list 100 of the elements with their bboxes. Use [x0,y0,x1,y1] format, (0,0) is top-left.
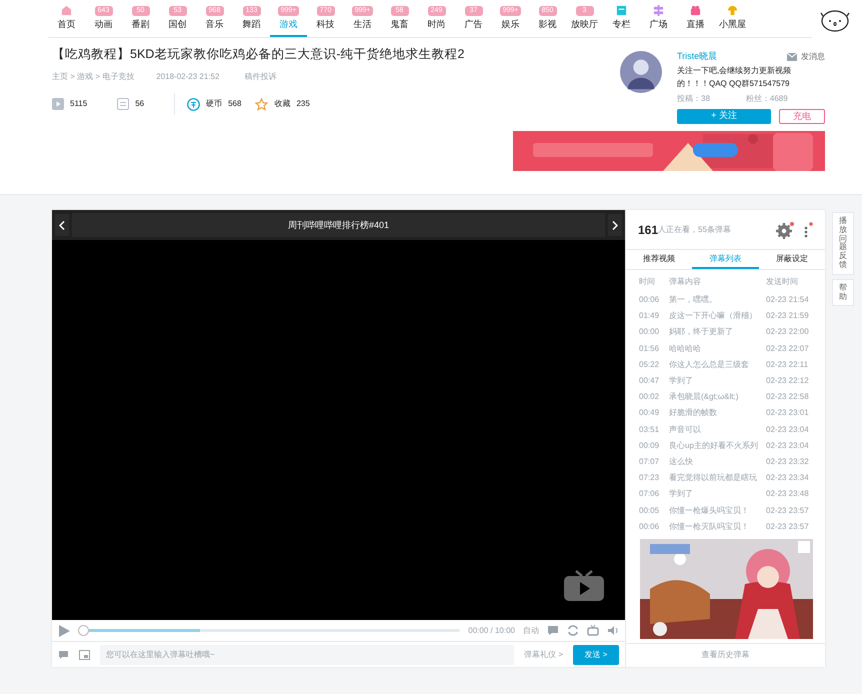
danmaku-input[interactable]: 您可以在这里输入弹幕吐槽哦~ [100,644,514,664]
face-icon[interactable] [820,8,850,32]
more-icon[interactable] [803,220,813,238]
table-cell: 02-23 23:34 [766,472,809,484]
table-cell: 02-23 23:48 [766,488,809,500]
table-cell-text: 看完觉得以前玩都是瞎玩 [669,472,758,484]
table-cell-text: 07:07 [639,456,660,468]
table-cell-text: 好脆滑的帧数 [669,407,718,420]
volume-icon[interactable] [607,625,619,636]
table-cell-text: 03:51 [639,424,660,436]
danmaku-count: 56 [135,98,144,110]
play-icon [52,98,64,110]
table-cell-text: 00:47 [639,375,660,388]
camera-icon [690,4,701,16]
table-cell-text: 哈哈哈哈 [669,342,702,355]
favorite-label: 收藏 [274,98,290,110]
home-icon [61,4,72,16]
chevron-icon [612,220,618,230]
column-header: 时间 [639,276,656,288]
table-cell-text: 05:22 [639,358,660,371]
settings-icon[interactable] [775,220,795,238]
playlist-title: 周刊哔哩哔哩排行榜#401 [72,213,605,237]
uploader-bio: 关注一下吧,会继续努力更新视频的！！！QAQ QQ群571547579 [677,64,792,90]
viewer-count: 161 [638,222,658,238]
table-cell: 02-23 23:57 [766,520,809,533]
table-cell-text: 00:00 [639,326,660,338]
table-cell-text: 00:06 [639,294,660,306]
time-display: 00:00 / 10:00 [468,624,515,636]
panel-tab[interactable]: 屏蔽设定 [758,250,825,269]
table-cell-text: 学到了 [669,375,694,388]
nav-tab[interactable]: 小黑屋 [714,4,751,37]
tv-icon[interactable] [587,625,599,636]
play-count: 5115 [70,98,88,110]
coin-icon[interactable] [187,98,200,110]
table-cell-text: 00:49 [639,407,660,420]
panel-tab[interactable]: 推荐视频 [626,250,692,269]
document-icon [616,4,627,16]
video-title: 【吃鸡教程】5KD老玩家教你吃鸡必备的三大意识-纯干货绝地求生教程2 [52,46,466,62]
side-button[interactable]: 帮助 [832,278,854,306]
coin-count: 568 [228,98,242,110]
table-cell: 02-23 22:11 [766,358,808,371]
next-button[interactable] [608,214,622,236]
table-cell-text: 学到了 [669,488,694,500]
previous-button[interactable] [55,214,69,236]
loop-icon[interactable] [567,625,579,636]
progress-thumb[interactable] [78,625,89,636]
fan-count: 粉丝：4689 [746,92,788,104]
nav-tab[interactable]: 直播 [677,4,714,37]
side-button[interactable]: 播放问题反馈 [832,212,854,275]
favorite-count: 235 [296,98,310,110]
table-cell-text: 00:09 [639,440,660,452]
nav-tab[interactable]: 广场 [640,4,677,37]
play-icon[interactable] [58,624,70,636]
table-cell: 02-23 23:32 [766,456,809,468]
nav-tab[interactable]: 首页 [48,4,85,37]
screen-icon[interactable] [79,650,90,660]
table-cell-text: 声音可以 [669,424,702,436]
table-cell: 02-23 23:04 [766,424,809,436]
coin-label: 硬币 [206,98,222,110]
table-cell-text: 承包晓晨(&gt;ω&lt;) [669,391,740,404]
tv-icon [563,570,605,602]
column-header: 弹幕内容 [669,276,702,288]
table-cell: 02-23 23:04 [766,440,809,452]
chevron-icon [59,220,65,230]
table-cell: 02-23 22:12 [766,375,809,388]
table-cell-text: 00:06 [639,520,660,533]
table-cell: 02-23 21:59 [766,310,809,322]
breadcrumb-separator: > [94,72,102,81]
upload-date: 2018-02-23 21:52 [156,71,220,83]
upload-count: 投稿：38 [677,92,710,104]
table-cell-text: 01:56 [639,342,660,355]
table-cell-text: 皮这一下开心嘛（滑稽） [669,310,758,322]
signpost-icon [653,4,664,16]
mushroom-icon [727,4,738,16]
table-cell: 02-23 23:01 [766,407,809,420]
envelope-icon [787,52,797,61]
table-cell-text: 你这人怎么总是三级套 [669,358,750,371]
message-button[interactable]: 发消息 [787,50,825,63]
viewer-text: 人正在看，55条弹幕 [658,224,731,236]
table-cell-text: 07:23 [639,472,660,484]
table-cell-text: 你懂一枪爆头吗宝贝！ [669,504,750,517]
table-cell-text: 这么快 [669,456,694,468]
table-cell-text: 00:02 [639,391,660,404]
table-cell: 02-23 23:57 [766,504,809,517]
star-icon[interactable] [255,98,268,110]
danmaku-icon[interactable] [547,625,559,636]
table-cell: 02-23 22:07 [766,342,809,355]
avatar[interactable] [620,50,662,94]
danmaku-icon[interactable] [58,650,69,660]
table-cell-text: 良心up主的好看不火系列 [669,440,759,452]
progress-track[interactable] [89,629,460,632]
table-cell-text: 你懂一枪灭队吗宝贝！ [669,520,750,533]
comment-icon [117,98,130,110]
table-cell: 02-23 22:00 [766,326,809,338]
table-cell-text: 07:06 [639,488,660,500]
table-cell-text: 01:49 [639,310,660,322]
column-header: 发送时间 [766,276,798,288]
table-cell-text: 第一，嘿嘿。 [669,294,718,306]
table-cell-text: 妈耶，终于更新了 [669,326,734,338]
nav-tab[interactable]: 专栏 [603,4,640,37]
